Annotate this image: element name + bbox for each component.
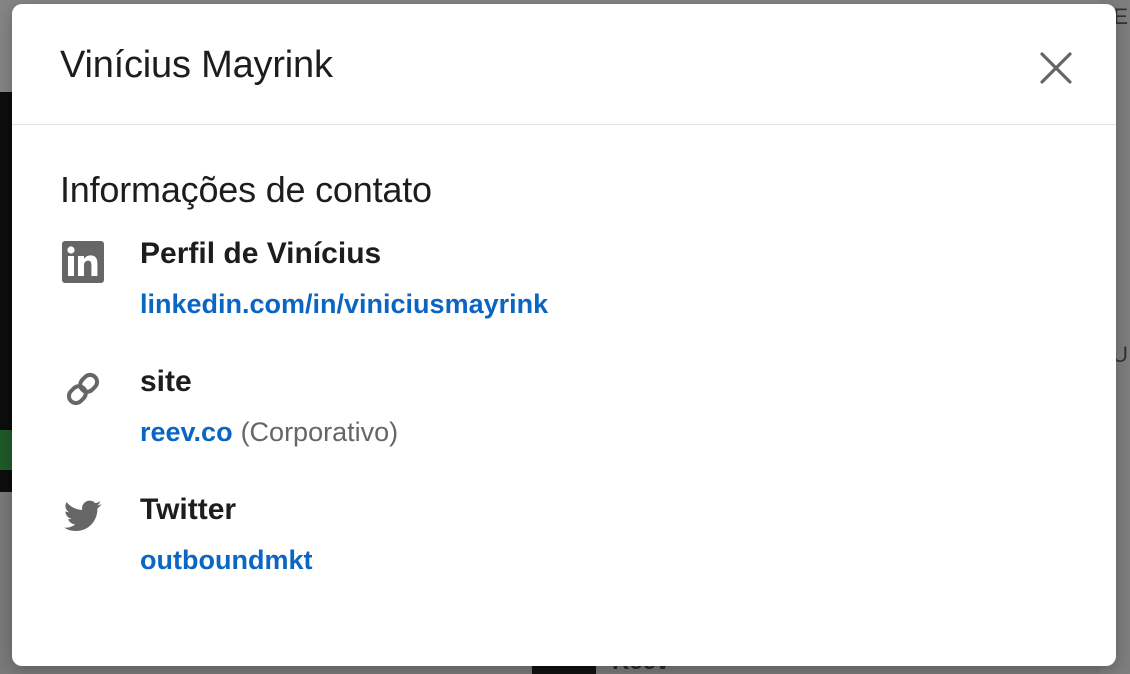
website-link[interactable]: reev.co [140, 417, 233, 447]
contact-item-site: site reev.co (Corporativo) [60, 365, 1068, 493]
linkedin-icon [62, 241, 104, 283]
modal-body: Informações de contato Perfil de Viníciu… [12, 169, 1116, 621]
contact-label: site [140, 365, 192, 398]
contact-label: Twitter [140, 493, 237, 526]
twitter-icon [62, 497, 104, 539]
contact-value-row: outboundmkt [140, 545, 312, 576]
section-title: Informações de contato [60, 169, 432, 210]
website-type-note: (Corporativo) [240, 417, 399, 447]
contact-item-twitter: Twitter outboundmkt [60, 493, 1068, 621]
modal-title: Vinícius Mayrink [60, 44, 333, 86]
contact-value-row: reev.co (Corporativo) [140, 417, 398, 448]
contact-info-modal: Vinícius Mayrink Informações de contato [12, 4, 1116, 666]
modal-header: Vinícius Mayrink [12, 4, 1116, 125]
close-icon [1040, 52, 1072, 84]
linkedin-profile-link[interactable]: linkedin.com/in/viniciusmayrink [140, 289, 548, 319]
contact-item-linkedin: Perfil de Vinícius linkedin.com/in/vinic… [60, 237, 1068, 365]
twitter-handle-link[interactable]: outboundmkt [140, 545, 312, 575]
contact-value-row: linkedin.com/in/viniciusmayrink [140, 289, 548, 320]
contact-label: Perfil de Vinícius [140, 237, 382, 270]
close-button[interactable] [1036, 48, 1076, 88]
link-icon [62, 369, 104, 411]
contact-list: Perfil de Vinícius linkedin.com/in/vinic… [60, 237, 1068, 621]
